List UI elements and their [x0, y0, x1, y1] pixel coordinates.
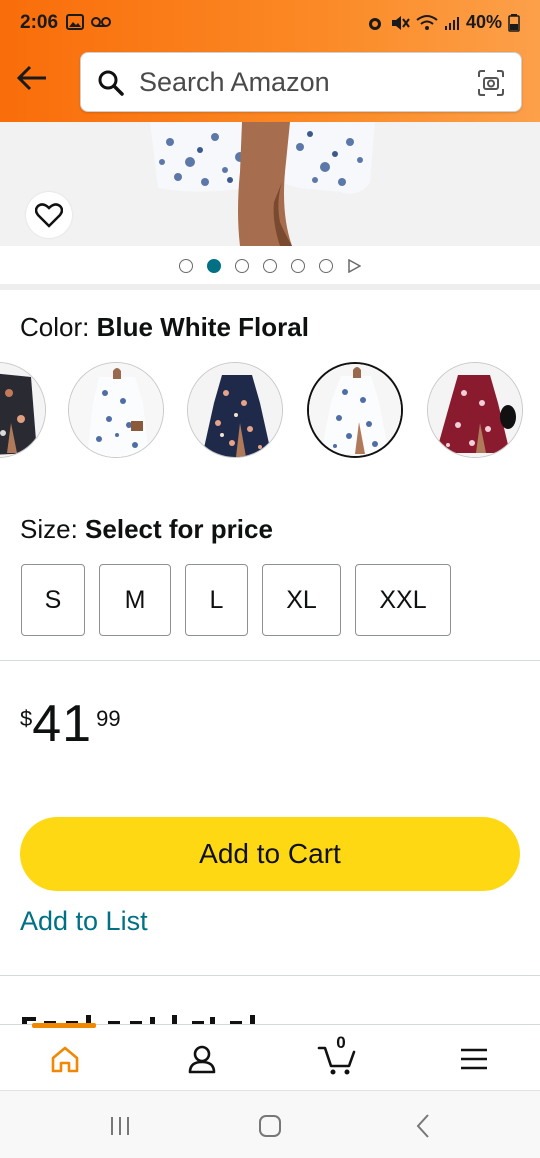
swatch-navy-floral-image [188, 363, 282, 457]
play-icon[interactable] [347, 259, 361, 273]
size-option-xxl[interactable]: XXL [355, 564, 451, 636]
status-notification-icons [66, 14, 112, 30]
carousel-dot[interactable] [179, 259, 193, 273]
system-back-button[interactable] [403, 1111, 443, 1141]
camera-search-icon[interactable] [477, 69, 505, 97]
person-icon [188, 1045, 216, 1074]
add-to-list-link[interactable]: Add to List [20, 906, 148, 937]
menu-icon [461, 1048, 487, 1070]
image-carousel-dots[interactable] [0, 254, 540, 278]
product-image[interactable] [0, 122, 540, 246]
swatch-blue-white-floral-image [309, 364, 401, 456]
carousel-dot[interactable] [263, 259, 277, 273]
cart-count: 0 [336, 1033, 346, 1052]
nav-cart[interactable]: 0 [315, 1033, 359, 1079]
swatch-black-floral-image [0, 363, 45, 457]
heart-icon [35, 203, 63, 228]
chevron-left-icon [416, 1114, 429, 1138]
amazon-product-page: { "status_bar": { "time": "2:06", "batte… [0, 0, 540, 1158]
color-swatch-white-floral[interactable] [68, 362, 164, 458]
divider [0, 975, 540, 976]
carousel-dot[interactable] [207, 259, 221, 273]
size-options: S M L XL XXL [21, 564, 451, 636]
carousel-dot[interactable] [235, 259, 249, 273]
arrow-left-icon [16, 65, 46, 91]
size-prompt: Select for price [85, 514, 273, 544]
size-label-prefix: Size: [20, 514, 78, 544]
product-photo [150, 122, 375, 246]
nav-account[interactable] [180, 1039, 224, 1079]
color-swatch-navy-floral[interactable] [187, 362, 283, 458]
swatch-burgundy-floral-image [428, 363, 522, 457]
alarm-icon [368, 17, 381, 30]
price-whole: 41 [32, 695, 93, 753]
status-right-icons: 40% [366, 12, 520, 33]
app-header: 2:06 40% Search Amazon [0, 0, 540, 122]
search-placeholder: Search Amazon [139, 67, 330, 97]
back-button[interactable] [10, 56, 54, 100]
color-swatch-black-floral[interactable] [0, 362, 46, 458]
nav-menu[interactable] [452, 1039, 496, 1079]
nav-home[interactable] [43, 1039, 87, 1079]
carousel-dot[interactable] [319, 259, 333, 273]
size-label: Size: Select for price [20, 514, 273, 545]
wifi-icon [416, 14, 438, 30]
price-currency: $ [20, 706, 33, 731]
status-bar: 2:06 40% [0, 0, 540, 46]
home-icon [51, 1046, 79, 1073]
swatch-white-floral-image [69, 363, 163, 457]
mute-icon [391, 15, 410, 30]
size-option-xl[interactable]: XL [262, 564, 341, 636]
selected-color-name: Blue White Floral [96, 312, 309, 342]
bottom-navigation: 0 [0, 1023, 540, 1090]
color-label-prefix: Color: [20, 312, 90, 342]
carousel-dot[interactable] [291, 259, 305, 273]
color-swatch-burgundy-floral[interactable] [427, 362, 523, 458]
voicemail-icon [91, 17, 111, 27]
add-to-cart-button[interactable]: Add to Cart [20, 817, 520, 891]
favorite-button[interactable] [26, 192, 72, 238]
section-divider [0, 284, 540, 290]
price: $ 41 99 [20, 696, 121, 752]
home-system-button[interactable] [250, 1111, 290, 1141]
size-option-l[interactable]: L [185, 564, 248, 636]
recent-apps-button[interactable] [100, 1111, 140, 1141]
search-icon [98, 70, 124, 96]
status-time: 2:06 [20, 12, 59, 33]
battery-percent: 40% [465, 12, 502, 32]
price-fraction: 99 [96, 706, 121, 731]
size-option-s[interactable]: S [21, 564, 85, 636]
size-option-m[interactable]: M [99, 564, 171, 636]
nav-active-indicator [32, 1023, 96, 1028]
signal-icon [444, 16, 459, 30]
search-input[interactable]: Search Amazon [80, 52, 522, 112]
system-navigation-bar [0, 1090, 540, 1158]
color-swatch-blue-white-floral[interactable] [307, 362, 403, 458]
color-label: Color: Blue White Floral [20, 312, 309, 343]
home-square-icon [259, 1115, 281, 1137]
battery-icon [508, 13, 520, 32]
gallery-notification-icon [66, 14, 84, 30]
divider [0, 660, 540, 661]
recent-apps-icon [111, 1117, 129, 1135]
